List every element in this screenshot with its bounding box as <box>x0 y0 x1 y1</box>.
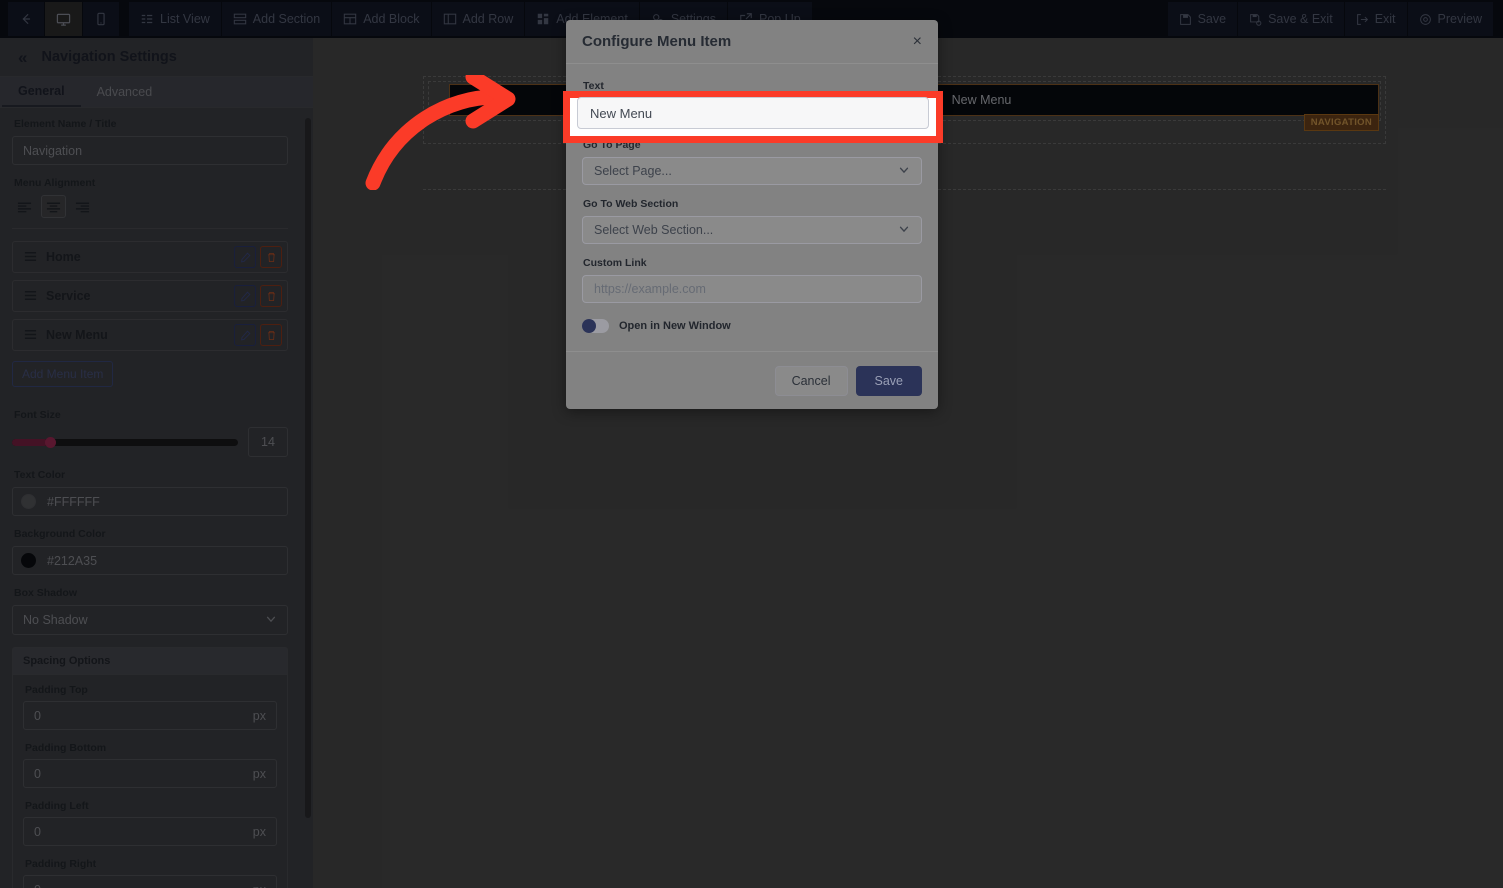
cancel-button[interactable]: Cancel <box>774 365 848 396</box>
close-icon[interactable]: × <box>913 33 922 50</box>
configure-menu-item-modal: Configure Menu Item × Text New Menu Go T… <box>566 20 938 409</box>
custom-link-label: Custom Link <box>583 257 647 269</box>
go-to-page-value: Select Page... <box>594 164 672 178</box>
text-field-label: Text <box>583 80 604 92</box>
go-to-web-section-label: Go To Web Section <box>583 198 679 210</box>
custom-link-input[interactable]: https://example.com <box>582 275 922 303</box>
chevron-down-icon <box>898 164 910 179</box>
go-to-web-section-value: Select Web Section... <box>594 223 714 237</box>
toggle-knob <box>582 319 596 333</box>
highlighted-text-input[interactable]: New Menu <box>577 97 929 129</box>
chevron-down-icon <box>898 223 910 238</box>
app-root: List View Add Section Add Block Add Row <box>0 0 1503 888</box>
open-new-window-row: Open in New Window <box>582 319 922 333</box>
modal-header: Configure Menu Item × <box>566 20 938 64</box>
go-to-page-label: Go To Page <box>583 139 641 151</box>
go-to-web-section-select[interactable]: Select Web Section... <box>582 216 922 244</box>
modal-title: Configure Menu Item <box>582 33 732 50</box>
modal-footer: Cancel Save <box>566 351 938 409</box>
open-new-window-toggle[interactable] <box>582 319 609 333</box>
open-new-window-label: Open in New Window <box>619 320 731 332</box>
save-modal-button[interactable]: Save <box>855 365 922 396</box>
go-to-page-select[interactable]: Select Page... <box>582 157 922 185</box>
